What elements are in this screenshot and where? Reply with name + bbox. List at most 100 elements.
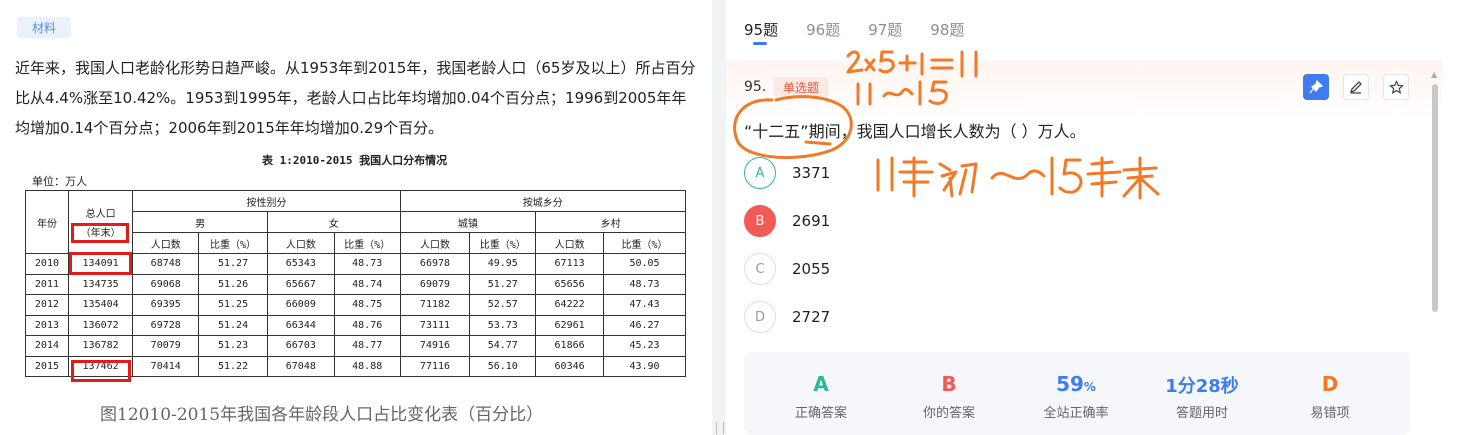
table-cell: 71182 (399, 294, 471, 316)
option-c-letter: C (744, 253, 776, 285)
table-cell: 65667 (266, 273, 335, 295)
option-c[interactable]: C 2055 (744, 253, 1144, 285)
option-b-letter: B (744, 205, 776, 237)
table-cell: 51.23 (198, 335, 268, 357)
option-a[interactable]: A 3371 (744, 157, 1144, 189)
table-cell: 51.26 (198, 273, 268, 295)
table-cell: 70079 (132, 335, 200, 357)
table-cell: 61866 (535, 335, 604, 357)
stat-value: 59% (1056, 372, 1096, 396)
header-total: 总人口 （年末） (67, 190, 134, 254)
pane-divider[interactable] (712, 0, 726, 435)
table-cell: 2012 (25, 294, 69, 316)
scrollbar[interactable]: ▲ (1431, 70, 1438, 435)
table-cell: 48.77 (333, 335, 401, 357)
stat-correct-answer: A 正确答案 (756, 352, 886, 421)
stat-time-used: 1分28秒 答题用时 (1137, 352, 1267, 421)
table-cell: 48.88 (333, 355, 401, 377)
table-cell: 68748 (132, 253, 200, 275)
header-by-gender: 按性别分 (132, 190, 401, 212)
table-cell: 54.77 (469, 335, 537, 357)
table-row: 2012 135404 69395 51.25 66009 48.75 71182 52.57… (25, 294, 687, 316)
tab-q98[interactable]: 98题 (930, 19, 964, 40)
answer-stats-panel: A 正确答案 B 你的答案 59% 全站正确率 1分28秒 答题用时 D 易错项 (744, 352, 1410, 435)
option-b[interactable]: B 2691 (744, 205, 1144, 237)
table-cell: 74916 (399, 335, 471, 357)
table-cell: 52.57 (469, 294, 537, 316)
table-cell: 2013 (25, 314, 69, 336)
table-cell: 62961 (535, 314, 604, 336)
table-cell: 136782 (67, 335, 134, 357)
header-female: 女 (266, 211, 401, 233)
table-cell: 64222 (535, 294, 604, 316)
resize-handle[interactable] (716, 422, 724, 434)
edit-note-button[interactable] (1343, 74, 1369, 100)
option-d[interactable]: D 2727 (744, 301, 1144, 333)
option-a-letter: A (744, 157, 776, 189)
pin-icon (1309, 80, 1323, 94)
header-pop: 人口数 (132, 232, 200, 254)
table-cell: 43.90 (602, 355, 687, 377)
population-table: 年份 总人口 （年末） 按性别分 按城乡分 男 女 城镇 乡村 人口数 比重（%… (25, 190, 687, 377)
table-unit: 单位：万人 (32, 175, 87, 188)
table-cell: 48.73 (602, 273, 687, 295)
table-cell: 69395 (132, 294, 200, 316)
stat-accuracy: 59% 全站正确率 (1011, 352, 1141, 421)
table-cell: 45.23 (602, 335, 687, 357)
table-row: 2011 134735 69068 51.26 65667 48.74 69079 51.27… (25, 273, 687, 295)
table-cell: 51.27 (469, 273, 537, 295)
table-cell: 135404 (67, 294, 134, 316)
table-row: 2013 136072 69728 51.24 66344 48.76 73111 53.73… (25, 314, 687, 336)
tab-q95[interactable]: 95题 (744, 19, 778, 40)
table-cell: 48.74 (333, 273, 401, 295)
table-cell: 66703 (266, 335, 335, 357)
table-cell: 51.22 (198, 355, 268, 377)
table-cell: 60346 (535, 355, 604, 377)
stat-common-wrong: D 易错项 (1265, 352, 1395, 421)
table-cell: 53.73 (469, 314, 537, 336)
tab-q96[interactable]: 96题 (806, 19, 840, 40)
option-b-text: 2691 (792, 212, 831, 230)
table-cell: 46.27 (602, 314, 687, 336)
highlight-box-2010-total (69, 252, 132, 275)
question-type-badge: 单选题 (774, 77, 828, 97)
header-by-region: 按城乡分 (399, 190, 687, 212)
option-c-text: 2055 (792, 260, 831, 278)
table-cell: 2015 (25, 355, 69, 377)
stat-label: 你的答案 (922, 406, 975, 421)
option-d-letter: D (744, 301, 776, 333)
scroll-up-icon[interactable]: ▲ (1431, 70, 1437, 79)
table-cell: 51.24 (198, 314, 268, 336)
table-cell: 69068 (132, 273, 200, 295)
pin-button[interactable] (1303, 74, 1329, 100)
table-cell: 66344 (266, 314, 335, 336)
table-cell: 51.27 (198, 253, 268, 275)
table-cell: 51.25 (198, 294, 268, 316)
material-tag: 材料 (17, 17, 71, 38)
favorite-button[interactable] (1383, 74, 1409, 100)
table-cell: 2011 (25, 273, 69, 295)
question-pane: 95题 96题 97题 98题 95. 单选题 “十二五”期间，我国人口增长人数… (726, 0, 1472, 435)
option-a-text: 3371 (792, 164, 831, 182)
table-cell: 66978 (399, 253, 471, 275)
table-cell: 2010 (25, 253, 69, 275)
stat-value: D (1321, 372, 1339, 396)
stat-label: 易错项 (1310, 406, 1350, 421)
header-share: 比重（%） (333, 232, 401, 254)
stat-label: 正确答案 (794, 406, 847, 421)
table-cell: 2014 (25, 335, 69, 357)
question-number: 95. (744, 79, 767, 95)
stat-label: 全站正确率 (1043, 406, 1109, 421)
table-cell: 47.43 (602, 294, 687, 316)
tab-q97[interactable]: 97题 (868, 19, 902, 40)
scrollbar-thumb[interactable] (1432, 84, 1438, 312)
table-cell: 65343 (266, 253, 335, 275)
material-paragraph: 近年来，我国人口老龄化形势日趋严峻。从1953年到2015年，我国老龄人口（65… (15, 59, 696, 137)
table-cell: 67048 (266, 355, 335, 377)
header-pop: 人口数 (266, 232, 335, 254)
table-cell: 134735 (67, 273, 134, 295)
app-root: 材料 近年来，我国人口老龄化形势日趋严峻。从1953年到2015年，我国老龄人口… (0, 0, 1472, 435)
table-cell: 56.10 (469, 355, 537, 377)
header-male: 男 (132, 211, 268, 233)
material-pane: 材料 近年来，我国人口老龄化形势日趋严峻。从1953年到2015年，我国老龄人口… (0, 0, 712, 435)
